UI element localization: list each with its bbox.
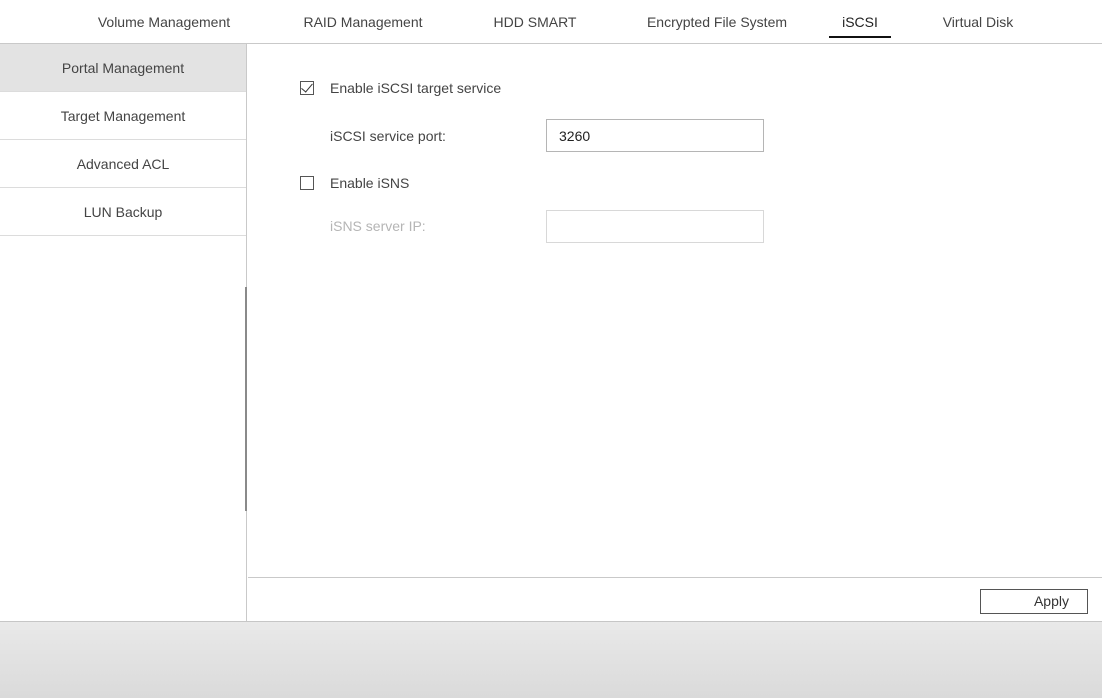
sidebar-item-label: Advanced ACL (76, 156, 170, 172)
tab-label: Volume Management (97, 14, 231, 30)
bottom-bar (0, 621, 1102, 698)
enable-isns-label: Enable iSNS (330, 175, 410, 191)
sidebar-item-portal-management[interactable]: Portal Management (0, 44, 246, 92)
sidebar: Portal Management Target Management Adva… (0, 44, 247, 621)
tab-label: Virtual Disk (942, 14, 1014, 30)
enable-isns-checkbox[interactable] (300, 176, 314, 190)
tab-virtual-disk[interactable]: Virtual Disk (928, 0, 1028, 44)
enable-iscsi-label: Enable iSCSI target service (330, 80, 502, 96)
tab-iscsi[interactable]: iSCSI (829, 0, 891, 44)
isns-server-ip-label: iSNS server IP: (330, 218, 426, 234)
sidebar-item-label: Target Management (60, 108, 186, 124)
tab-encrypted-file-system[interactable]: Encrypted File System (633, 0, 801, 44)
sidebar-item-target-management[interactable]: Target Management (0, 92, 246, 140)
tab-label: iSCSI (842, 14, 878, 30)
service-port-row: iSCSI service port: (330, 128, 446, 144)
enable-isns-row: Enable iSNS (300, 175, 409, 191)
isns-server-ip-row: iSNS server IP: (330, 218, 426, 234)
apply-button[interactable]: Apply (980, 589, 1088, 614)
enable-iscsi-row: Enable iSCSI target service (300, 80, 501, 96)
sidebar-item-label: Portal Management (61, 60, 185, 76)
tab-bar: Volume Management RAID Management HDD SM… (0, 0, 1102, 44)
sidebar-item-lun-backup[interactable]: LUN Backup (0, 188, 246, 236)
service-port-label: iSCSI service port: (330, 128, 446, 144)
tab-label: RAID Management (303, 14, 423, 30)
tab-label: Encrypted File System (646, 14, 788, 30)
sidebar-item-advanced-acl[interactable]: Advanced ACL (0, 140, 246, 188)
portal-management-panel: Enable iSCSI target service iSCSI servic… (248, 44, 1102, 577)
tab-raid-management[interactable]: RAID Management (296, 0, 430, 44)
tab-hdd-smart[interactable]: HDD SMART (485, 0, 585, 44)
sidebar-splitter[interactable] (245, 287, 247, 511)
enable-iscsi-checkbox[interactable] (300, 81, 314, 95)
action-bar: Apply (248, 577, 1102, 621)
tab-label: HDD SMART (493, 14, 577, 30)
sidebar-item-label: LUN Backup (83, 204, 163, 220)
service-port-input[interactable]: 3260 (546, 119, 764, 152)
tab-volume-management[interactable]: Volume Management (80, 0, 248, 44)
isns-server-ip-input[interactable] (546, 210, 764, 243)
